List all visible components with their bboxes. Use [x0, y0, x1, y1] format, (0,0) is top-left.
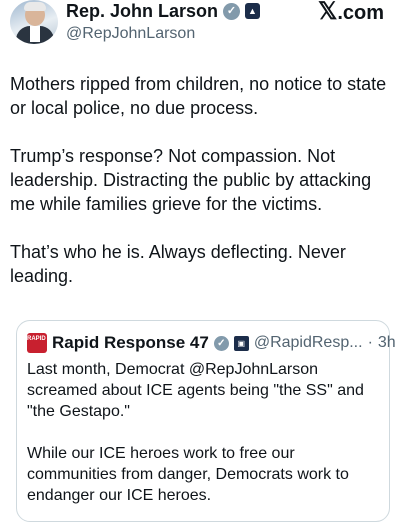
quoted-author-handle[interactable]: @RapidResp... — [254, 333, 363, 353]
author-avatar[interactable] — [10, 0, 58, 44]
author-name[interactable]: Rep. John Larson — [66, 0, 218, 22]
x-logo-label: .com — [337, 2, 384, 24]
quoted-post-header: RAPID RESPONSE Rapid Response 47 ✓ ▣ @Ra… — [27, 333, 396, 353]
author-handle[interactable]: @RepJohnLarson — [66, 24, 195, 44]
government-affiliation-icon: ▲ — [245, 3, 261, 19]
quoted-post[interactable]: RAPID RESPONSE Rapid Response 47 ✓ ▣ @Ra… — [16, 320, 396, 522]
rapid-response-logo-icon: RAPID RESPONSE — [27, 333, 81, 353]
author-name-row: Rep. John Larson ✓ ▲ — [66, 0, 261, 22]
avatar-shirt — [30, 26, 40, 42]
quoted-separator: · — [367, 334, 373, 351]
quoted-timestamp[interactable]: 3h — [378, 333, 396, 353]
quoted-verified-badge-icon: ✓ — [213, 335, 229, 351]
quoted-government-affiliation-icon: ▣ — [233, 335, 249, 351]
quoted-author-name[interactable]: Rapid Response 47 — [52, 333, 209, 353]
post-text: Mothers ripped from children, no notice … — [10, 74, 387, 286]
quoted-post-text: Last month, Democrat @RepJohnLarson scre… — [27, 361, 364, 504]
avatar-hair — [24, 2, 46, 11]
verified-badge-icon: ✓ — [223, 2, 241, 20]
x-logo: 𝕏.com — [318, 0, 384, 25]
x-logo-icon: 𝕏 — [317, 0, 338, 25]
